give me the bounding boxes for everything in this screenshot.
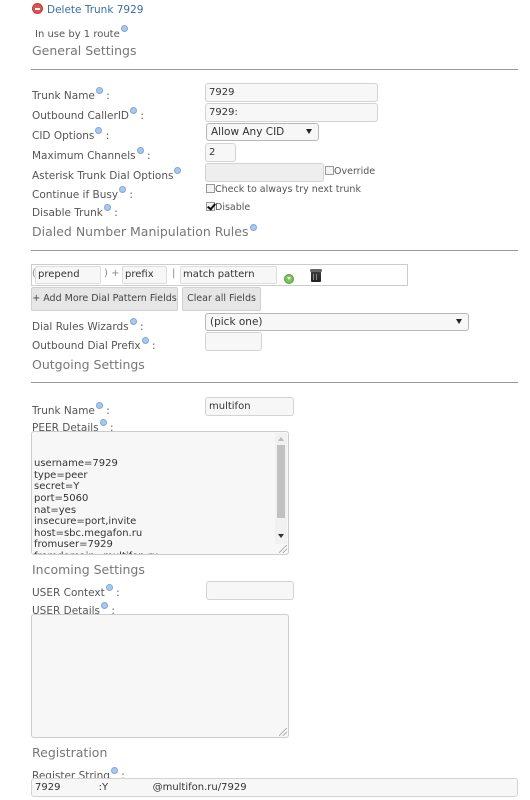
outbound-callerid-input[interactable]: 7929:: [205, 103, 378, 122]
help-icon[interactable]: [136, 147, 144, 154]
close-paren-plus: ) +: [104, 268, 120, 279]
cid-options-select[interactable]: Allow Any CID: [206, 123, 319, 141]
delete-trunk-label: Delete Trunk 7929: [47, 4, 144, 16]
outgoing-trunk-name-input[interactable]: multifon: [205, 397, 294, 416]
outbound-dial-prefix-input[interactable]: [205, 332, 262, 351]
peer-details-value: username=7929 type=peer secret=Y port=50…: [34, 458, 158, 554]
continue-busy-option[interactable]: Check to always try next trunk: [206, 184, 361, 195]
match-pattern-input[interactable]: match pattern: [180, 266, 277, 284]
pipe-separator: |: [172, 268, 176, 279]
help-icon[interactable]: [103, 204, 111, 211]
dialrules-title: Dialed Number Manipulation Rules: [32, 224, 257, 239]
incoming-settings-title: Incoming Settings: [32, 562, 145, 577]
dial-rules-wizards-value: (pick one): [210, 316, 263, 328]
user-context-label: USER Context :: [32, 584, 120, 599]
help-icon[interactable]: [95, 127, 103, 134]
scrollbar[interactable]: [275, 433, 287, 544]
dial-options-input[interactable]: [205, 163, 324, 182]
disable-trunk-option[interactable]: Disable: [206, 202, 250, 213]
general-settings-title: General Settings: [32, 43, 137, 58]
resize-grip-icon[interactable]: [279, 728, 287, 736]
cid-options-label: CID Options :: [32, 127, 109, 142]
help-icon[interactable]: [120, 25, 128, 32]
help-icon[interactable]: [130, 107, 137, 114]
help-icon[interactable]: [141, 337, 149, 344]
trunk-name-input[interactable]: 7929: [205, 83, 378, 102]
scroll-down-icon[interactable]: [278, 534, 284, 538]
help-icon[interactable]: [101, 602, 109, 609]
outgoing-trunk-name-label: Trunk Name :: [32, 402, 110, 417]
scroll-thumb[interactable]: [277, 445, 285, 518]
disable-trunk-label: Disable Trunk :: [32, 204, 118, 219]
continue-busy-checkbox[interactable]: [206, 184, 215, 193]
disable-text: Disable: [215, 202, 251, 213]
help-icon[interactable]: [95, 402, 103, 409]
outbound-callerid-label: Outbound CallerID :: [32, 107, 144, 122]
peer-details-textarea[interactable]: username=7929 type=peer secret=Y port=50…: [31, 431, 289, 555]
outgoing-settings-title: Outgoing Settings: [32, 357, 145, 372]
user-context-input[interactable]: [206, 581, 294, 600]
divider: [31, 382, 518, 383]
divider: [31, 69, 518, 70]
prepend-input[interactable]: prepend: [35, 266, 101, 284]
delete-trunk-link[interactable]: Delete Trunk 7929: [32, 3, 143, 16]
in-use-text: In use by 1 route: [35, 25, 128, 40]
override-option[interactable]: Override: [325, 166, 375, 177]
scroll-up-icon[interactable]: [278, 437, 284, 441]
delete-icon: [32, 3, 43, 14]
cid-options-value: Allow Any CID: [211, 126, 285, 138]
outbound-dial-prefix-label: Outbound Dial Prefix :: [32, 337, 156, 352]
override-label: Override: [334, 166, 376, 177]
continue-busy-text: Check to always try next trunk: [215, 184, 361, 195]
dial-rules-wizards-select[interactable]: (pick one): [205, 313, 469, 331]
help-icon[interactable]: [110, 767, 118, 774]
dial-rules-wizards-label: Dial Rules Wizards :: [32, 318, 144, 333]
override-checkbox[interactable]: [325, 166, 334, 175]
register-string-input[interactable]: 7929 :Y @multifon.ru/7929: [31, 778, 518, 797]
max-channels-input[interactable]: 2: [205, 143, 236, 162]
divider: [31, 250, 518, 251]
help-icon[interactable]: [129, 318, 137, 325]
trunk-name-label: Trunk Name :: [32, 87, 110, 102]
add-pattern-icon[interactable]: [284, 274, 294, 284]
resize-grip-icon[interactable]: [279, 545, 287, 553]
prefix-input[interactable]: prefix: [122, 266, 167, 284]
registration-title: Registration: [32, 745, 108, 760]
dial-options-label: Asterisk Trunk Dial Options: [32, 167, 182, 182]
user-details-textarea[interactable]: [31, 614, 289, 738]
help-icon[interactable]: [95, 87, 103, 94]
trash-icon[interactable]: [310, 269, 323, 282]
help-icon[interactable]: [249, 224, 257, 231]
clear-all-fields-button[interactable]: Clear all Fields: [182, 287, 261, 311]
continue-busy-label: Continue if Busy :: [32, 186, 133, 201]
help-icon[interactable]: [119, 186, 127, 193]
in-use-label: In use by 1 route: [35, 29, 120, 40]
chevron-down-icon: [456, 319, 462, 324]
max-channels-label: Maximum Channels :: [32, 147, 151, 162]
help-icon[interactable]: [174, 167, 182, 174]
add-more-dial-pattern-button[interactable]: + Add More Dial Pattern Fields: [31, 287, 178, 311]
help-icon[interactable]: [99, 419, 107, 426]
help-icon[interactable]: [105, 584, 113, 591]
disable-checkbox[interactable]: [206, 202, 215, 211]
chevron-down-icon: [306, 129, 312, 134]
